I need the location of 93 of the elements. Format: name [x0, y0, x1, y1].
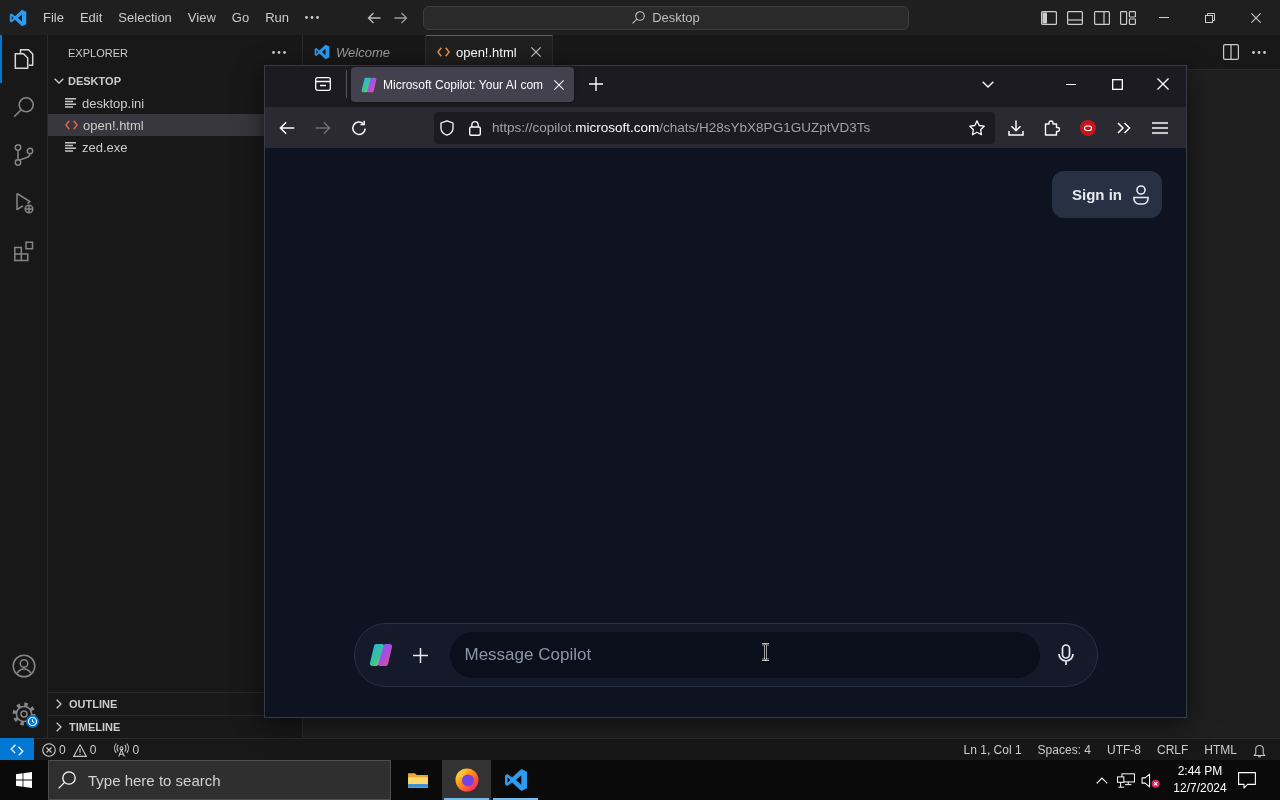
copilot-logo-icon[interactable]: [368, 643, 393, 667]
toggle-panel-icon[interactable]: [1067, 10, 1084, 25]
clock-date[interactable]: 12/7/2024: [1173, 780, 1227, 797]
menu-item[interactable]: Go: [223, 6, 258, 29]
reload-icon[interactable]: [351, 119, 367, 136]
taskbar-app-button[interactable]: [442, 760, 491, 800]
customize-layout-icon[interactable]: [1119, 10, 1136, 25]
app-logo-icon: [314, 44, 330, 60]
plus-icon[interactable]: [412, 647, 428, 663]
search-icon: [632, 11, 646, 24]
section-header[interactable]: OUTLINE: [48, 693, 264, 715]
panel-title: EXPLORER: [68, 46, 128, 59]
chevron-right-icon: [56, 699, 62, 709]
chevron-down-icon: [54, 78, 64, 84]
back-arrow-icon[interactable]: [367, 11, 381, 24]
forward-arrow-icon[interactable]: [394, 11, 408, 24]
text-cursor-icon: [761, 643, 770, 661]
minimize-icon[interactable]: [1065, 83, 1077, 85]
lock-icon[interactable]: [468, 119, 482, 136]
code-brackets-icon: [436, 47, 450, 57]
chevron-right-icon: [56, 722, 62, 732]
status-bar-item[interactable]: CRLF: [1149, 739, 1197, 761]
toggle-secondary-sidebar-icon[interactable]: [1093, 10, 1110, 25]
command-center[interactable]: Desktop: [423, 5, 909, 30]
maximize-icon[interactable]: [1111, 78, 1123, 90]
browser-app-icon: [454, 768, 479, 792]
more-actions-icon[interactable]: [272, 51, 286, 54]
bell-icon[interactable]: [1253, 742, 1266, 758]
download-icon[interactable]: [1008, 119, 1024, 136]
speaker-muted-icon[interactable]: [1140, 772, 1160, 788]
menu-item[interactable]: File: [35, 6, 72, 29]
tree-item[interactable]: zed.exe: [48, 136, 264, 158]
menu-item[interactable]: Edit: [71, 6, 111, 29]
more-menu-icon[interactable]: [305, 16, 319, 19]
extensions-icon: [11, 239, 36, 263]
code-brackets-icon: [65, 120, 78, 130]
ports-button[interactable]: 0: [109, 739, 145, 761]
browser-tab[interactable]: Microsoft Copilot: Your AI com: [351, 67, 575, 102]
section-header[interactable]: TIMELINE: [48, 716, 264, 738]
chevron-down-icon[interactable]: [982, 80, 994, 88]
app-logo-icon: [8, 8, 27, 27]
status-bar-item[interactable]: UTF-8: [1099, 739, 1149, 761]
notification-icon[interactable]: [1238, 771, 1256, 789]
network-icon[interactable]: [1117, 772, 1135, 788]
puzzle-piece-icon[interactable]: [1044, 119, 1060, 136]
settings-icon[interactable]: [11, 702, 36, 726]
toggle-sidebar-icon[interactable]: [1041, 10, 1058, 25]
address-bar[interactable]: https://copilot.microsoft.com/chats/H28sYbX8PG1GUZptVD3Ts: [434, 111, 995, 144]
folder-icon: [406, 771, 429, 789]
status-bar-item[interactable]: Spaces: 4: [1029, 739, 1099, 761]
extension-badge-icon[interactable]: [1080, 119, 1096, 136]
message-input[interactable]: Message Copilot: [449, 632, 1040, 678]
sign-in-button[interactable]: Sign in: [1052, 171, 1162, 218]
folder-header[interactable]: DESKTOP: [48, 70, 264, 92]
remote-button[interactable]: [0, 738, 34, 761]
error-icon: [42, 743, 56, 757]
copilot-logo-icon: [361, 76, 377, 93]
taskbar-search-field[interactable]: Type here to search: [48, 760, 391, 800]
bookmark-star-icon[interactable]: [969, 119, 985, 136]
menu-icon[interactable]: [1152, 121, 1168, 134]
more-actions-icon[interactable]: [1252, 50, 1266, 54]
lines-file-icon: [65, 98, 77, 108]
warning-icon: [72, 743, 87, 757]
close-icon[interactable]: [1251, 12, 1261, 23]
person-icon: [1133, 184, 1149, 205]
new-tab-icon[interactable]: [589, 77, 604, 91]
problems-button[interactable]: 0 0: [37, 739, 102, 761]
close-icon[interactable]: [530, 47, 541, 57]
broadcast-icon: [114, 743, 130, 757]
tree-item[interactable]: desktop.ini: [48, 92, 264, 114]
shield-icon[interactable]: [440, 119, 454, 136]
microphone-icon[interactable]: [1057, 644, 1074, 666]
chevron-up-icon[interactable]: [1096, 776, 1108, 784]
split-editor-icon[interactable]: [1223, 44, 1239, 60]
status-bar-item[interactable]: Ln 1, Col 1: [955, 739, 1030, 761]
status-bar-item[interactable]: HTML: [1196, 739, 1245, 761]
close-tab-icon[interactable]: [554, 79, 565, 90]
menu-item[interactable]: Selection: [110, 6, 180, 29]
editor-tab[interactable]: open!.html: [425, 35, 553, 65]
editor-app-icon: [503, 768, 528, 792]
double-chevron-icon[interactable]: [1117, 121, 1131, 134]
restore-icon[interactable]: [1205, 12, 1215, 23]
menu-item[interactable]: View: [179, 6, 224, 29]
search-icon: [11, 95, 36, 119]
tab-overview-icon[interactable]: [315, 76, 331, 92]
account-icon[interactable]: [11, 654, 36, 678]
lines-file-icon: [65, 142, 77, 152]
search-icon: [58, 771, 76, 789]
windows-logo-icon[interactable]: [16, 772, 32, 788]
tree-item[interactable]: open!.html: [48, 114, 264, 136]
remote-icon: [10, 743, 24, 756]
menu-item[interactable]: Run: [257, 6, 297, 29]
clock-time[interactable]: 2:44 PM: [1177, 763, 1223, 780]
